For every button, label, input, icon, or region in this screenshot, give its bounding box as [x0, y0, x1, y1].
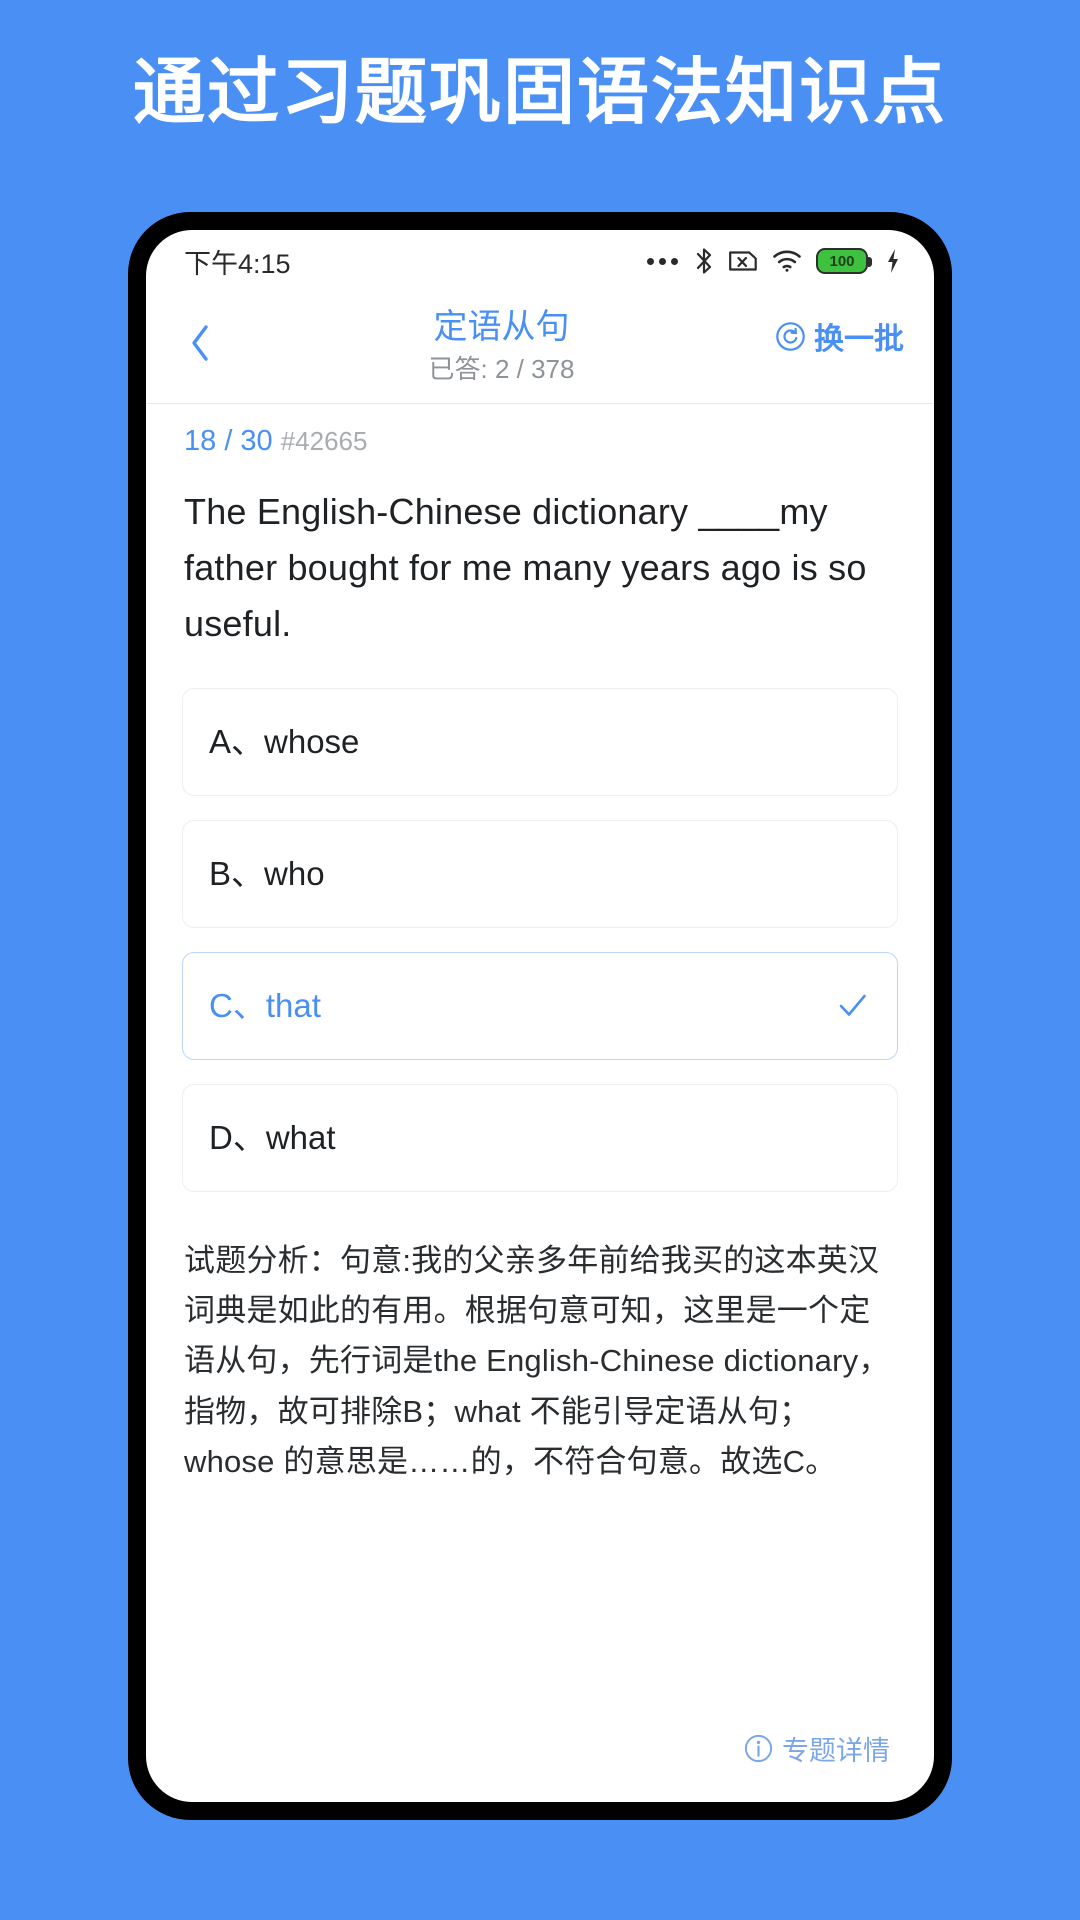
app-header: 定语从句 已答: 2 / 378 换一批: [146, 292, 934, 403]
status-bar-icons: 100: [647, 247, 900, 275]
question-meta: 18 / 30 #42665: [182, 404, 898, 467]
topic-detail-label: 专题详情: [782, 1736, 890, 1766]
option-c-label: C、that: [209, 987, 321, 1025]
footer[interactable]: 专题详情: [146, 1729, 934, 1802]
status-bar: 下午4:15 100: [146, 230, 934, 292]
question-index: 18 / 30: [184, 424, 273, 457]
option-b-label: B、who: [209, 855, 325, 893]
phone-screen: 下午4:15 100 定语从句 已答: 2 / 378 换一批 18 / 30 …: [146, 230, 934, 1802]
phone-frame: 下午4:15 100 定语从句 已答: 2 / 378 换一批 18 / 30 …: [128, 212, 952, 1820]
battery-icon: 100: [816, 248, 872, 274]
answered-progress: 已答: 2 / 378: [428, 353, 575, 384]
battery-level-label: 100: [829, 252, 855, 270]
promo-headline: 通过习题巩固语法知识点: [132, 53, 947, 133]
question-id: #42665: [280, 425, 368, 456]
option-a[interactable]: A、whose: [182, 687, 898, 796]
option-d[interactable]: D、what: [182, 1083, 898, 1192]
question-text: The English-Chinese dictionary ____my fa…: [184, 491, 867, 645]
question-analysis: 试题分析：句意:我的父亲多年前给我买的这本英汉词典是如此的有用。根据句意可知，这…: [184, 1242, 890, 1479]
status-bar-time: 下午4:15: [184, 248, 291, 279]
option-b[interactable]: B、who: [182, 819, 898, 928]
wifi-icon: [773, 250, 801, 272]
bluetooth-icon: [696, 248, 712, 274]
charging-bolt-icon: [888, 249, 898, 273]
chevron-left-icon: [192, 325, 208, 361]
refresh-circle-icon: [776, 321, 805, 351]
header-center: 定语从句 已答: 2 / 378: [228, 304, 775, 385]
check-icon: [839, 995, 866, 1017]
refresh-batch-button[interactable]: 换一批: [775, 314, 904, 358]
options-list: A、whose B、who C、that D、what: [182, 678, 898, 1192]
refresh-batch-label: 换一批: [814, 323, 904, 356]
page-title: 定语从句: [433, 308, 570, 346]
promo-page: 通过习题巩固语法知识点 下午4:15 100 定语从句 已答: 2 / 378 …: [0, 0, 1080, 1920]
more-dots-icon: [647, 257, 678, 265]
question-content: 18 / 30 #42665 The English-Chinese dictio…: [146, 404, 934, 1729]
back-button[interactable]: [172, 312, 228, 374]
info-icon: [744, 1734, 773, 1763]
option-c[interactable]: C、that: [182, 951, 898, 1060]
option-d-label: D、what: [209, 1119, 336, 1157]
sim-card-disabled-icon: [729, 251, 757, 271]
option-a-label: A、whose: [209, 723, 360, 761]
